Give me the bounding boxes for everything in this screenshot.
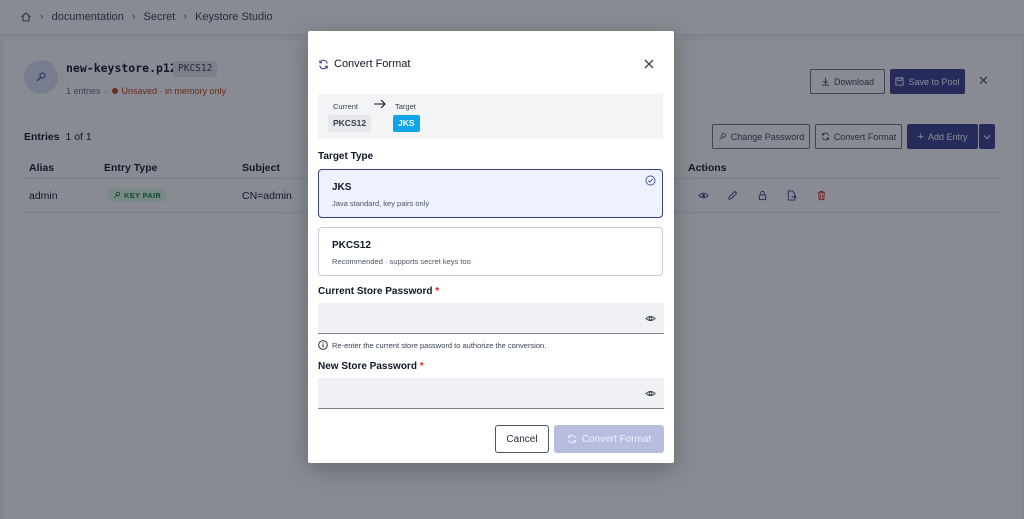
cancel-button[interactable]: Cancel <box>495 425 549 453</box>
eye-icon[interactable] <box>645 313 656 324</box>
convert-format-submit-label: Convert Format <box>581 433 652 445</box>
option-jks-title: JKS <box>332 182 352 193</box>
convert-format-dialog: Convert Format Current Target PKCS12 JKS… <box>308 31 674 463</box>
close-icon[interactable] <box>642 57 656 71</box>
current-format-badge: PKCS12 <box>328 115 372 132</box>
check-circle-icon <box>645 175 656 186</box>
current-password-label: Current Store Password * <box>318 286 439 297</box>
required-mark: * <box>435 286 440 297</box>
option-jks[interactable]: JKS Java standard, key pairs only <box>318 169 663 218</box>
arrow-right-icon <box>373 98 387 110</box>
info-icon <box>318 340 328 350</box>
target-label: Target <box>395 102 416 111</box>
current-password-field[interactable] <box>318 303 664 334</box>
new-password-label-text: New Store Password <box>318 361 417 372</box>
required-mark: * <box>419 361 424 372</box>
conversion-summary: Current Target PKCS12 JKS <box>318 94 663 139</box>
target-format-badge: JKS <box>393 115 420 132</box>
option-jks-description: Java standard, key pairs only <box>332 199 430 208</box>
target-type-heading: Target Type <box>318 151 374 162</box>
new-password-field[interactable] <box>318 378 664 409</box>
option-pkcs12-description: Recommended · supports secret keys too <box>332 257 471 266</box>
eye-icon[interactable] <box>645 388 656 399</box>
password-hint-text: Re-enter the current store password to a… <box>332 340 547 350</box>
refresh-icon <box>318 59 329 70</box>
convert-format-submit-button[interactable]: Convert Format <box>554 425 664 453</box>
dialog-header: Convert Format <box>318 58 410 70</box>
password-hint: Re-enter the current store password to a… <box>318 340 546 350</box>
current-password-label-text: Current Store Password <box>318 286 433 297</box>
new-password-label: New Store Password * <box>318 361 424 372</box>
dialog-title: Convert Format <box>334 58 411 70</box>
current-label: Current <box>333 102 359 111</box>
option-pkcs12[interactable]: PKCS12 Recommended · supports secret key… <box>318 227 663 276</box>
option-pkcs12-title: PKCS12 <box>332 240 371 251</box>
refresh-icon <box>567 434 577 444</box>
